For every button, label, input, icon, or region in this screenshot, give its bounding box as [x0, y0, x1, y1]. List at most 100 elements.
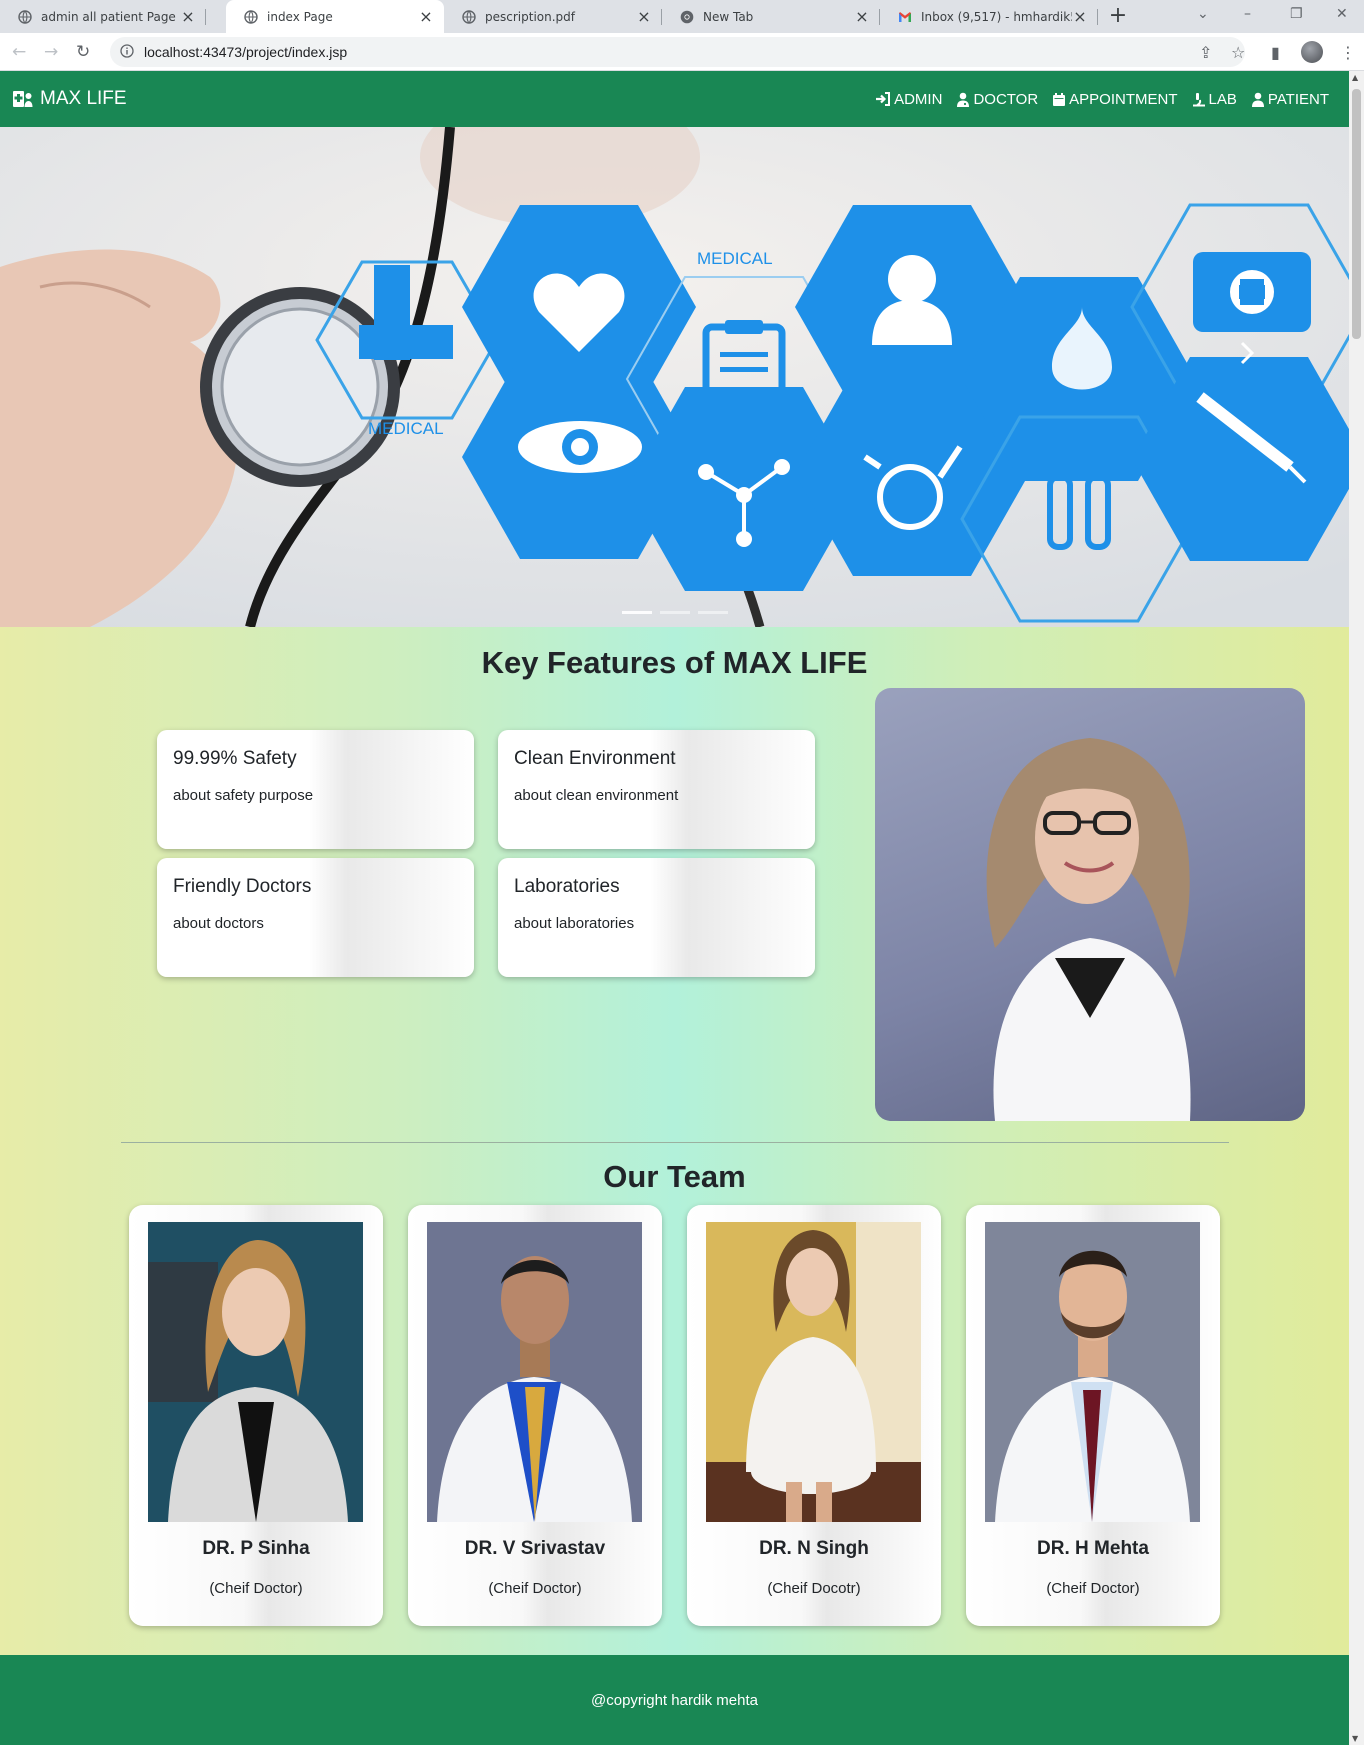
our-team-title: Our Team [603, 1159, 746, 1194]
doctor-name: DR. P Sinha [202, 1538, 310, 1559]
doctor-photo [706, 1222, 921, 1522]
close-tab-icon[interactable]: × [636, 7, 652, 26]
feature-card-safety: 99.99% Safety about safety purpose [157, 730, 474, 849]
feature-text: about safety purpose [173, 787, 314, 804]
scrollbar-thumb[interactable] [1352, 89, 1361, 339]
tab-title: New Tab [703, 9, 754, 24]
profile-avatar[interactable] [1301, 41, 1323, 63]
feature-card-doctors: Friendly Doctors about doctors [157, 858, 474, 977]
feature-text: about doctors [173, 915, 264, 932]
user-icon [1251, 92, 1264, 107]
back-icon[interactable]: ← [12, 42, 26, 62]
site-footer: @copyright hardik mehta [0, 1655, 1349, 1745]
close-window-icon[interactable]: ✕ [1336, 6, 1348, 22]
close-tab-icon[interactable]: × [1072, 7, 1088, 26]
doctor-role: (Cheif Doctor) [1046, 1580, 1140, 1597]
brand-name: MAX LIFE [40, 88, 127, 109]
address-bar[interactable]: localhost:43473/project/index.jsp [110, 37, 1245, 67]
feature-text: about clean environment [514, 787, 679, 804]
nav-admin[interactable]: ADMIN [875, 91, 942, 108]
brand-link[interactable]: MAX LIFE [12, 71, 127, 127]
featured-doctor-photo [875, 688, 1305, 1121]
forward-icon[interactable]: → [44, 42, 58, 62]
tab-title: pescription.pdf [485, 9, 575, 24]
close-tab-icon[interactable]: × [180, 7, 196, 26]
tab-title: index Page [267, 9, 333, 24]
user-doctor-icon [957, 92, 970, 107]
tab-index-page[interactable]: index Page × [226, 0, 444, 33]
close-tab-icon[interactable]: × [854, 7, 870, 26]
side-panel-icon[interactable]: ▮ [1271, 43, 1280, 62]
menu-kebab-icon[interactable]: ⋮ [1340, 43, 1356, 62]
nav-menu: ADMIN DOCTOR APPOINTMENT LAB PATIENT [861, 71, 1329, 127]
calendar-icon [1053, 92, 1066, 106]
tab-gmail-inbox[interactable]: Inbox (9,517) - hmhardik502 × [880, 0, 1098, 33]
doctor-role: (Cheif Doctor) [488, 1580, 582, 1597]
tab-title: Inbox (9,517) - hmhardik502 [921, 9, 1072, 24]
doctor-photo [427, 1222, 642, 1522]
feature-heading: 99.99% Safety [173, 748, 297, 769]
doctor-name: DR. H Mehta [1037, 1538, 1149, 1559]
main-content: Key Features of MAX LIFE 99.99% Safety a… [0, 627, 1349, 1655]
globe-icon [18, 9, 32, 24]
tab-title: admin all patient Page [41, 9, 176, 24]
page-viewport: MAX LIFE ADMIN DOCTOR APPOINTMENT LAB PA… [0, 71, 1349, 1745]
reload-icon[interactable]: ↻ [76, 42, 90, 62]
feature-heading: Laboratories [514, 876, 620, 897]
nav-patient[interactable]: PATIENT [1251, 91, 1329, 108]
microscope-icon [1192, 92, 1205, 106]
url-text: localhost:43473/project/index.jsp [144, 44, 348, 60]
page-scrollbar[interactable]: ▲ ▼ [1349, 71, 1364, 1745]
restore-icon[interactable]: ❐ [1290, 6, 1303, 22]
team-card: DR. H Mehta (Cheif Doctor) [966, 1205, 1220, 1626]
team-card: DR. P Sinha (Cheif Doctor) [129, 1205, 383, 1626]
tab-separator [1097, 9, 1098, 25]
nav-lab[interactable]: LAB [1192, 91, 1237, 108]
feature-heading: Clean Environment [514, 748, 676, 769]
close-tab-icon[interactable]: × [418, 7, 434, 26]
doctor-role: (Cheif Docotr) [767, 1580, 861, 1597]
tab-separator [205, 9, 206, 25]
doctor-role: (Cheif Doctor) [209, 1580, 303, 1597]
share-icon[interactable]: ⇪ [1199, 43, 1212, 62]
globe-icon [244, 9, 258, 24]
hero-medical-image: MEDICAL MEDICAL [0, 127, 1349, 627]
hero-carousel[interactable]: MEDICAL MEDICAL [0, 127, 1349, 627]
hero-label-medical-2: MEDICAL [368, 419, 444, 438]
copyright-text: @copyright hardik mehta [591, 1691, 758, 1709]
feature-card-clean: Clean Environment about clean environmen… [498, 730, 815, 849]
feature-heading: Friendly Doctors [173, 876, 312, 897]
scroll-up-icon[interactable]: ▲ [1352, 73, 1358, 82]
feature-text: about laboratories [514, 915, 635, 932]
browser-toolbar: ← → ↻ localhost:43473/project/index.jsp … [0, 33, 1364, 71]
doctor-name: DR. V Srivastav [464, 1538, 606, 1559]
tab-admin-all-patient[interactable]: admin all patient Page × [0, 0, 206, 33]
new-tab-button[interactable]: + [1105, 4, 1131, 30]
bookmark-star-icon[interactable]: ☆ [1231, 43, 1245, 62]
section-divider [121, 1142, 1229, 1143]
chrome-icon [680, 10, 694, 24]
feature-card-labs: Laboratories about laboratories [498, 858, 815, 977]
doctor-photo [148, 1222, 363, 1522]
doctor-name: DR. N Singh [759, 1538, 869, 1559]
team-card: DR. V Srivastav (Cheif Doctor) [408, 1205, 662, 1626]
nav-doctor[interactable]: DOCTOR [956, 91, 1038, 108]
tab-new-tab[interactable]: New Tab × [662, 0, 880, 33]
site-navbar: MAX LIFE ADMIN DOCTOR APPOINTMENT LAB PA… [0, 71, 1349, 127]
tab-pescription-pdf[interactable]: pescription.pdf × [444, 0, 662, 33]
globe-icon [462, 9, 476, 24]
key-features-title: Key Features of MAX LIFE [481, 645, 868, 680]
nav-patient-label: PATIENT [1267, 90, 1329, 108]
team-card: DR. N Singh (Cheif Docotr) [687, 1205, 941, 1626]
info-icon[interactable] [120, 43, 134, 62]
hospital-user-icon [13, 91, 33, 107]
nav-appointment[interactable]: APPOINTMENT [1052, 90, 1178, 108]
doctor-photo [985, 1222, 1200, 1522]
nav-appointment-label: APPOINTMENT [1069, 90, 1178, 108]
minimize-icon[interactable]: – [1244, 6, 1251, 22]
sign-in-icon [876, 92, 891, 106]
hero-label-medical-1: MEDICAL [697, 249, 773, 268]
nav-lab-label: LAB [1208, 90, 1237, 108]
tab-search-icon[interactable]: ⌄ [1197, 6, 1209, 22]
scroll-down-icon[interactable]: ▼ [1352, 1734, 1358, 1743]
